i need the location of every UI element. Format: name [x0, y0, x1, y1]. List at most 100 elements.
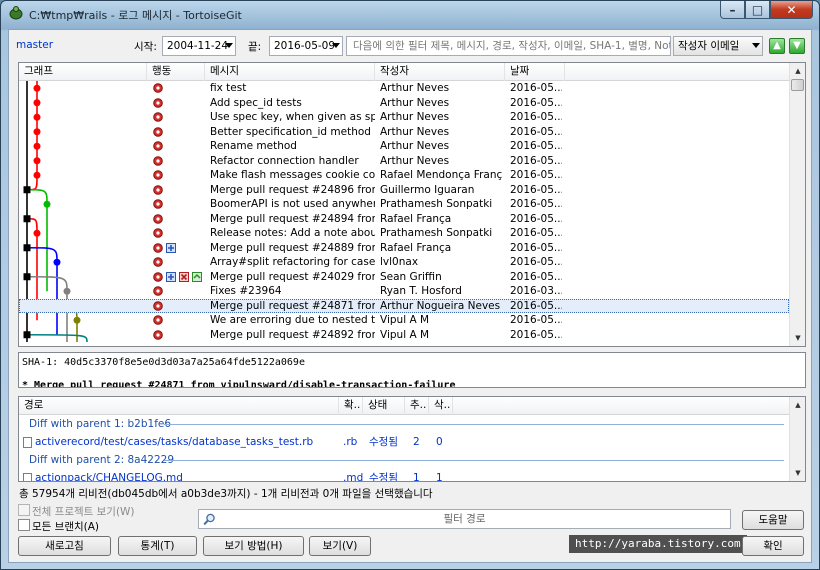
log-message: Merge pull request #24892 from jav... [210, 328, 375, 341]
modified-file-icon [153, 271, 163, 282]
log-row[interactable]: Release notes: Add a note about `u... Pra… [19, 226, 789, 241]
help-button[interactable]: 도움말 [742, 510, 804, 530]
log-window: C:₩tmp₩rails - 로그 메시지 - TortoiseGit – □ … [0, 0, 820, 570]
log-row[interactable]: Fixes #23964 Ryan T. Hosford 2016-03... [19, 284, 789, 299]
log-message: Refactor connection handler [210, 154, 359, 167]
log-date: 2016-05... [510, 299, 562, 312]
log-row[interactable]: Merge pull request #24871 from vip... Art… [19, 298, 789, 313]
to-date-picker[interactable]: 2016-05-09 [269, 36, 343, 56]
from-date-value: 2004-11-24 [167, 40, 229, 52]
log-date: 2016-05... [510, 198, 562, 210]
log-list[interactable]: 그래프 행동 메시지 작성자 날짜 fix test Arthur Neves 20… [18, 62, 806, 347]
maximize-button[interactable]: □ [745, 1, 770, 19]
filter-by-select[interactable]: 작성자 이메일 [673, 36, 763, 56]
log-row[interactable]: BoomerAPI is not used anywhere, s... Prat… [19, 197, 789, 212]
from-date-picker[interactable]: 2004-11-24 [162, 36, 236, 56]
scroll-up-icon[interactable]: ▲ [791, 64, 805, 78]
branch-link[interactable]: master [16, 39, 53, 51]
log-message: Merge pull request #24871 from vip... [210, 299, 375, 312]
log-author: Arthur Nogueira Neves [380, 299, 501, 312]
added-file-icon [166, 242, 176, 253]
view-mode-button[interactable]: 보기 방법(H) [203, 536, 304, 556]
view-button[interactable]: 보기(V) [309, 536, 371, 556]
log-row[interactable]: Use spec key, when given as spec_id Arthu… [19, 110, 789, 125]
scroll-down-icon[interactable]: ▼ [791, 331, 805, 345]
log-date: 2016-05... [510, 270, 562, 283]
refresh-button[interactable]: 새로고침 [18, 536, 111, 556]
column-message[interactable]: 메시지 [205, 63, 375, 81]
log-row[interactable]: fix test Arthur Neves 2016-05... [19, 81, 789, 96]
all-branches-checkbox[interactable] [18, 519, 30, 531]
file-row[interactable]: actionpack/CHANGELOG.md .md 수정됨 1 1 [19, 469, 789, 481]
file-row[interactable]: activerecord/test/cases/tasks/database_t… [19, 433, 789, 451]
log-author: Rafael Mendonça França [380, 169, 503, 181]
log-row[interactable]: Merge pull request #24894 from pra... Raf… [19, 212, 789, 227]
title-bar[interactable]: C:₩tmp₩rails - 로그 메시지 - TortoiseGit – □ … [1, 1, 819, 27]
whole-project-checkbox[interactable] [18, 504, 30, 516]
changed-files-list[interactable]: 경로 확.. 상태 추.. 삭.. Diff with parent 1: b2… [18, 396, 806, 482]
file-group-header[interactable]: Diff with parent 1: b2b1fe6 [29, 415, 789, 433]
log-author: Rafael França [380, 212, 452, 225]
log-row[interactable]: Merge pull request #24896 from pra... Gui… [19, 183, 789, 198]
column-deleted[interactable]: 삭.. [429, 397, 453, 415]
arrow-down-icon[interactable]: ▼ [789, 38, 805, 54]
log-message: Release notes: Add a note about `u... [210, 227, 375, 239]
ok-button[interactable]: 확인 [742, 536, 804, 556]
column-status[interactable]: 상태 [363, 397, 405, 415]
log-author: Guillermo Iguaran [380, 183, 475, 196]
column-path[interactable]: 경로 [19, 397, 339, 415]
log-row[interactable]: Merge pull request #24889 from lvl0... Ra… [19, 241, 789, 256]
modified-file-icon [153, 141, 163, 151]
file-icon [23, 473, 32, 481]
column-author[interactable]: 작성자 [375, 63, 505, 81]
log-date: 2016-05... [510, 241, 562, 254]
column-graph[interactable]: 그래프 [19, 63, 147, 81]
statistics-button[interactable]: 통계(T) [118, 536, 197, 556]
log-row[interactable]: Merge pull request #24892 from jav... Vip… [19, 328, 789, 343]
scroll-thumb[interactable] [791, 79, 804, 91]
modified-file-icon [153, 170, 163, 180]
modified-file-icon [153, 300, 163, 311]
file-group-header[interactable]: Diff with parent 2: 8a42229 [29, 451, 789, 469]
file-deleted: 1 [436, 472, 443, 481]
log-row[interactable]: Add spec_id tests Arthur Neves 2016-05... [19, 96, 789, 111]
log-message: Fixes #23964 [210, 285, 282, 297]
filter-path-input[interactable]: 필터 경로 [198, 509, 731, 529]
close-button[interactable]: ✕ [770, 1, 813, 19]
scroll-up-icon[interactable]: ▲ [791, 398, 805, 412]
column-actions[interactable]: 행동 [147, 63, 205, 81]
log-row[interactable]: Refactor connection handler Arthur Neves 2… [19, 154, 789, 169]
log-row[interactable]: Merge pull request #24029 from rth... Sea… [19, 270, 789, 285]
arrow-up-icon[interactable]: ▲ [769, 38, 785, 54]
modified-file-icon [153, 184, 163, 195]
minimize-button[interactable]: – [720, 1, 745, 19]
log-row[interactable]: Make flash messages cookie compati... Raf… [19, 168, 789, 183]
watermark: http://yaraba.tistory.com [569, 535, 747, 553]
log-row[interactable]: Rename method Arthur Neves 2016-05... [19, 139, 789, 154]
column-date[interactable]: 날짜 [505, 63, 565, 81]
log-date: 2016-05... [510, 96, 562, 109]
log-row[interactable]: We are erroring due to nested trans... Vi… [19, 313, 789, 328]
filter-input[interactable]: 다음에 의한 필터 제목, 메시지, 경로, 작성자, 이메일, SHA-1, … [346, 36, 671, 56]
files-scrollbar[interactable]: ▲ ▼ [789, 397, 805, 481]
log-author: Arthur Neves [380, 82, 450, 94]
dialog-body: master 시작: 2004-11-24 끝: 2016-05-09 다음에 … [8, 29, 812, 563]
commit-message-panel[interactable]: SHA-1: 40d5c3370f8e5e0d3d03a7a25a64fde51… [18, 352, 806, 388]
file-path: activerecord/test/cases/tasks/database_t… [35, 436, 314, 448]
log-row[interactable]: Better specification_id method Arthur Nev… [19, 125, 789, 140]
filter-path-placeholder: 필터 경로 [443, 513, 486, 525]
log-date: 2016-05... [510, 314, 562, 326]
chevron-down-icon [225, 43, 233, 48]
log-list-header: 그래프 행동 메시지 작성자 날짜 [19, 63, 805, 81]
search-icon [203, 513, 215, 526]
scroll-down-icon[interactable]: ▼ [791, 466, 805, 480]
log-message: Merge pull request #24029 from rth... [210, 270, 375, 283]
log-date: 2016-05... [510, 154, 562, 167]
column-added[interactable]: 추.. [405, 397, 429, 415]
modified-file-icon [153, 213, 163, 224]
log-date: 2016-05... [510, 227, 562, 239]
log-row[interactable]: Array#split refactoring for case wit... l… [19, 255, 789, 270]
log-scrollbar[interactable]: ▲ ▼ [789, 63, 805, 346]
log-date: 2016-05... [510, 212, 562, 225]
column-extension[interactable]: 확.. [339, 397, 363, 415]
